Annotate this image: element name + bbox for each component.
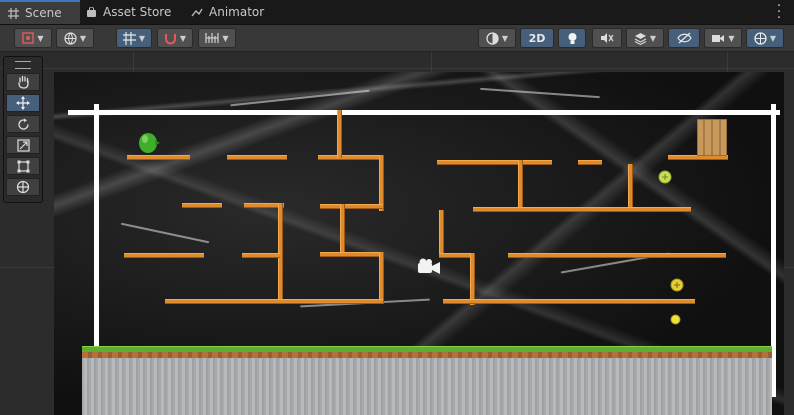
grid-snap-icon <box>122 31 136 45</box>
tab-animator[interactable]: Animator <box>190 0 270 24</box>
rect-icon <box>17 160 29 172</box>
2d-toggle-button[interactable]: 2D <box>520 28 554 48</box>
platform[interactable] <box>124 253 204 258</box>
camera-icon <box>712 34 725 42</box>
scale-tool[interactable] <box>6 136 40 154</box>
increment-snap-dropdown[interactable]: ▼ <box>157 28 193 48</box>
wall[interactable] <box>518 160 523 210</box>
grid-icon <box>6 6 20 20</box>
globe-icon <box>64 31 77 45</box>
2d-toggle-label: 2D <box>528 31 546 45</box>
metal-floor <box>82 358 772 415</box>
scene-visibility-toggle[interactable] <box>668 28 700 48</box>
audio-mute-icon <box>601 33 614 43</box>
audio-toggle-button[interactable] <box>592 28 622 48</box>
grid-line <box>0 68 794 69</box>
draw-mode-icon <box>22 32 35 44</box>
bag-icon <box>84 5 98 19</box>
palette-grip-icon[interactable] <box>15 61 31 69</box>
shading-sphere-icon <box>486 31 499 45</box>
coin[interactable] <box>658 170 672 184</box>
chevron-down-icon: ▼ <box>222 33 229 43</box>
lightbulb-icon <box>568 32 576 44</box>
wall[interactable] <box>379 155 384 211</box>
platform[interactable] <box>242 253 280 258</box>
platform[interactable] <box>578 160 602 165</box>
wall[interactable] <box>439 210 444 258</box>
wooden-door[interactable] <box>697 119 727 156</box>
layers-icon <box>634 32 647 45</box>
global-toggle-dropdown[interactable]: ▼ <box>56 28 94 48</box>
lighting-toggle-button[interactable] <box>558 28 586 48</box>
tab-animator-label: Animator <box>209 5 265 19</box>
scene-viewport[interactable] <box>0 52 794 415</box>
rect-tool[interactable] <box>6 157 40 175</box>
eye-hidden-icon <box>676 32 692 44</box>
chevron-down-icon: ▼ <box>79 33 87 43</box>
platform[interactable] <box>318 155 383 160</box>
platform[interactable] <box>443 299 695 304</box>
shading-mode-dropdown[interactable]: ▼ <box>478 28 516 48</box>
camera-settings-dropdown[interactable]: ▼ <box>704 28 742 48</box>
wall[interactable] <box>340 204 345 256</box>
ruler-dropdown[interactable]: ▼ <box>198 28 236 48</box>
green-player-character[interactable] <box>137 130 161 156</box>
platform[interactable] <box>508 253 726 258</box>
chevron-down-icon: ▼ <box>649 33 657 43</box>
more-menu-icon[interactable]: · · · <box>776 0 782 25</box>
platform[interactable] <box>437 160 552 165</box>
rotate-tool[interactable] <box>6 115 40 133</box>
move-tool[interactable] <box>6 94 40 112</box>
wall[interactable] <box>337 110 342 158</box>
coin[interactable] <box>670 278 684 292</box>
gizmos-dropdown[interactable]: ▼ <box>746 28 784 48</box>
boundary-top <box>68 110 780 115</box>
platform[interactable] <box>165 299 383 304</box>
platform[interactable] <box>182 203 222 208</box>
chevron-down-icon: ▼ <box>37 33 44 43</box>
tab-asset-store[interactable]: Asset Store <box>84 0 174 24</box>
platform[interactable] <box>227 155 287 160</box>
hand-tool[interactable] <box>6 73 40 91</box>
chevron-down-icon: ▼ <box>728 33 735 43</box>
effects-dropdown[interactable]: ▼ <box>626 28 664 48</box>
transform-tool[interactable] <box>6 178 40 196</box>
camera-gizmo-icon[interactable] <box>417 258 441 276</box>
grid-snap-dropdown[interactable]: ▼ <box>116 28 152 48</box>
magnet-icon <box>164 33 176 44</box>
coin[interactable] <box>670 314 681 325</box>
platform[interactable] <box>473 207 691 212</box>
platform[interactable] <box>320 252 383 257</box>
editor-tab-bar: Scene Asset Store Animator · · · <box>0 0 794 25</box>
scene-toolbar: ▼ ▼ ▼ ▼ ▼ ▼ 2D ▼ ▼ ▼ <box>0 25 794 52</box>
chevron-down-icon: ▼ <box>501 33 509 43</box>
draw-mode-dropdown[interactable]: ▼ <box>14 28 52 48</box>
animator-icon <box>190 5 204 19</box>
tab-scene[interactable]: Scene <box>0 0 80 24</box>
gizmos-globe-icon <box>754 31 767 45</box>
ruler-icon <box>205 33 219 43</box>
scale-icon <box>16 138 30 152</box>
platform[interactable] <box>320 204 383 209</box>
chevron-down-icon: ▼ <box>138 33 146 43</box>
wall[interactable] <box>628 164 633 210</box>
hand-icon <box>17 75 29 89</box>
tab-asset-store-label: Asset Store <box>103 5 172 19</box>
tool-palette <box>3 56 43 203</box>
chevron-down-icon: ▼ <box>179 33 187 43</box>
wall[interactable] <box>470 253 475 305</box>
move-arrows-icon <box>16 96 30 110</box>
transform-icon <box>16 180 30 194</box>
chevron-down-icon: ▼ <box>769 33 777 43</box>
wall[interactable] <box>379 252 384 304</box>
tab-scene-label: Scene <box>25 6 62 20</box>
rotate-icon <box>17 118 29 130</box>
